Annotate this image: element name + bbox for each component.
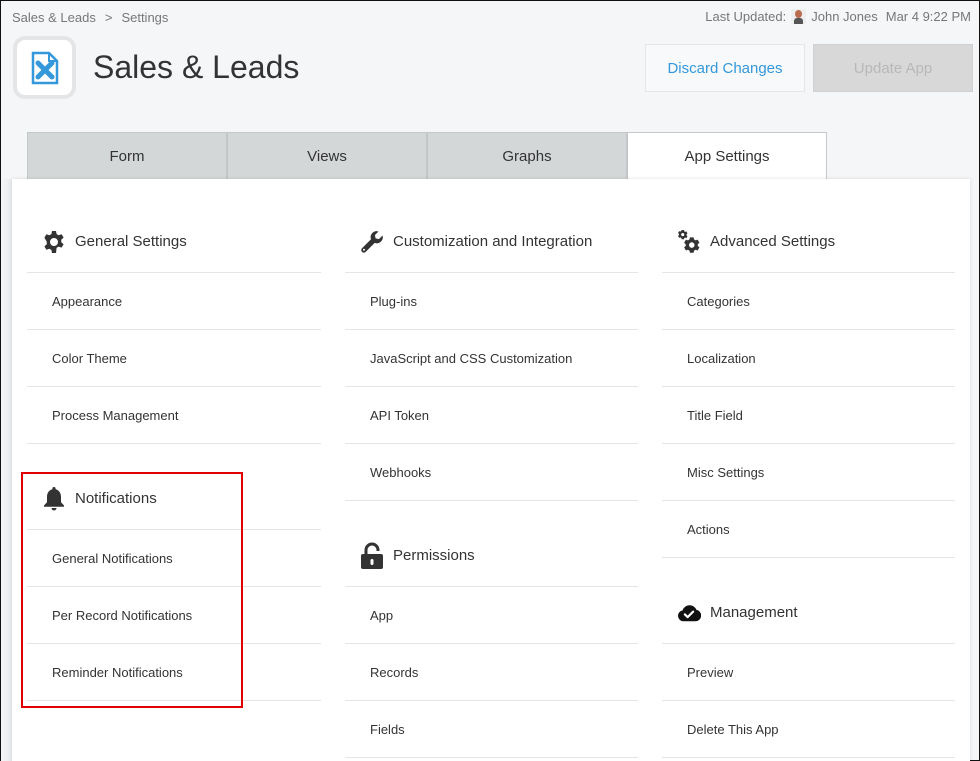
last-updated: Last Updated: John Jones Mar 4 9:22 PM (705, 9, 971, 24)
settings-item-app-permissions[interactable]: App (345, 587, 638, 644)
settings-item-general-notifications[interactable]: General Notifications (27, 530, 321, 587)
settings-item-color-theme[interactable]: Color Theme (27, 330, 321, 387)
settings-item-record-permissions[interactable]: Records (345, 644, 638, 701)
settings-item-localization[interactable]: Localization (662, 330, 955, 387)
section-title: Customization and Integration (393, 233, 593, 250)
settings-item-preview[interactable]: Preview (662, 644, 955, 701)
tab-app-settings[interactable]: App Settings (627, 132, 827, 180)
last-updated-timestamp: Mar 4 9:22 PM (885, 9, 971, 24)
tab-form[interactable]: Form (27, 132, 227, 180)
settings-item-delete-app[interactable]: Delete This App (662, 701, 955, 758)
discard-changes-button[interactable]: Discard Changes (645, 44, 805, 92)
section-header: Permissions (345, 525, 638, 587)
settings-item-misc-settings[interactable]: Misc Settings (662, 444, 955, 501)
section-header: Notifications (27, 468, 321, 530)
settings-item-per-record-notifications[interactable]: Per Record Notifications (27, 587, 321, 644)
settings-item-api-token[interactable]: API Token (345, 387, 638, 444)
app-icon (13, 36, 76, 99)
bell-icon (42, 486, 66, 511)
section-title: General Settings (75, 233, 187, 250)
panel-shadow (1, 179, 12, 761)
settings-panel: General Settings Appearance Color Theme … (12, 179, 970, 761)
section-general-settings: General Settings Appearance Color Theme … (27, 211, 321, 444)
breadcrumb-app-link[interactable]: Sales & Leads (12, 10, 96, 25)
settings-item-title-field[interactable]: Title Field (662, 387, 955, 444)
breadcrumb-separator: > (104, 10, 113, 25)
last-updated-label: Last Updated: (705, 9, 787, 24)
unlock-icon (360, 542, 384, 569)
gears-icon (677, 229, 701, 254)
settings-item-field-permissions[interactable]: Fields (345, 701, 638, 758)
breadcrumb: Sales & Leads > Settings (12, 10, 168, 25)
settings-item-js-css-customization[interactable]: JavaScript and CSS Customization (345, 330, 638, 387)
tab-graphs[interactable]: Graphs (427, 132, 627, 180)
app-document-icon (31, 51, 58, 84)
section-management: Management Preview Delete This App (662, 582, 955, 758)
tab-bar: Form Views Graphs App Settings (27, 132, 827, 180)
section-header: General Settings (27, 211, 321, 273)
section-advanced-settings: Advanced Settings Categories Localizatio… (662, 211, 955, 558)
settings-item-categories[interactable]: Categories (662, 273, 955, 330)
settings-item-plug-ins[interactable]: Plug-ins (345, 273, 638, 330)
wrench-icon (360, 230, 384, 254)
gear-icon (42, 230, 66, 254)
section-header: Management (662, 582, 955, 644)
section-customization-integration: Customization and Integration Plug-ins J… (345, 211, 638, 501)
cloud-check-icon (677, 601, 701, 625)
update-app-button[interactable]: Update App (813, 44, 973, 92)
settings-item-actions[interactable]: Actions (662, 501, 955, 558)
section-title: Permissions (393, 547, 475, 564)
settings-item-process-management[interactable]: Process Management (27, 387, 321, 444)
section-header: Advanced Settings (662, 211, 955, 273)
settings-item-appearance[interactable]: Appearance (27, 273, 321, 330)
settings-item-webhooks[interactable]: Webhooks (345, 444, 638, 501)
tab-views[interactable]: Views (227, 132, 427, 180)
last-updated-user[interactable]: John Jones (811, 9, 878, 24)
section-notifications: Notifications General Notifications Per … (27, 468, 321, 701)
section-title: Management (710, 604, 798, 621)
section-title: Advanced Settings (710, 233, 836, 250)
breadcrumb-current: Settings (121, 10, 169, 25)
avatar (791, 9, 807, 24)
section-title: Notifications (75, 490, 157, 507)
page-title: Sales & Leads (93, 49, 300, 85)
section-header: Customization and Integration (345, 211, 638, 273)
settings-item-reminder-notifications[interactable]: Reminder Notifications (27, 644, 321, 701)
section-permissions: Permissions App Records Fields (345, 525, 638, 758)
